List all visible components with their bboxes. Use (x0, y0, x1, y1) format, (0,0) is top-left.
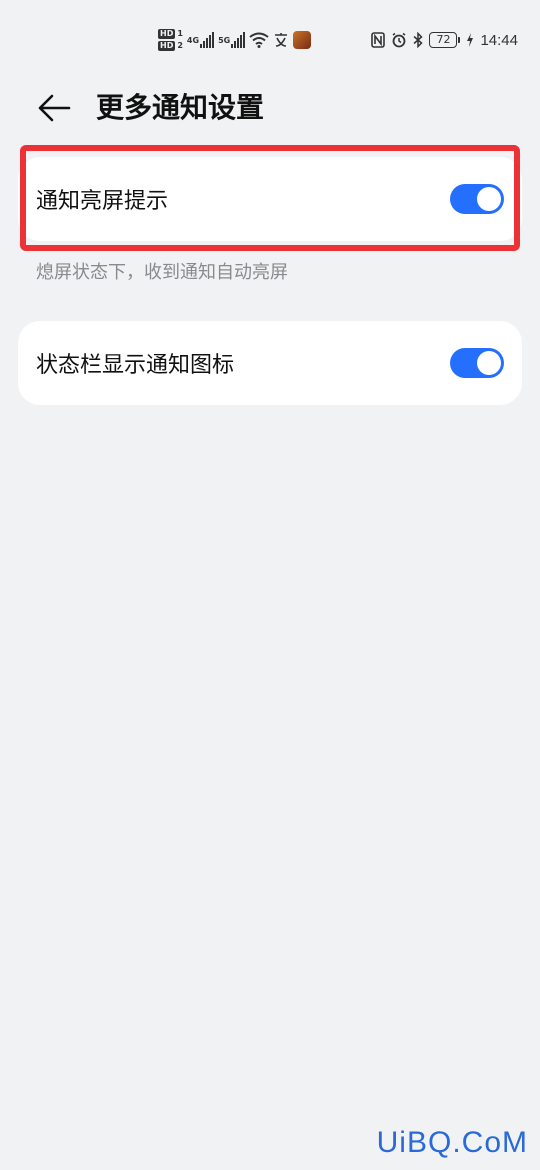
wake-screen-description: 熄屏状态下，收到通知自动亮屏 (36, 262, 288, 283)
input-method-icon (273, 32, 289, 48)
back-button[interactable] (34, 90, 74, 126)
alarm-icon (391, 32, 407, 48)
wake-screen-label: 通知亮屏提示 (36, 189, 169, 214)
sim-number: 2 (177, 41, 183, 50)
toggle-knob (477, 187, 501, 211)
sim-number: 1 (177, 29, 183, 38)
hd-sim-indicators: HD 1 HD 2 (158, 29, 183, 51)
battery-icon: 72 (429, 32, 461, 48)
wake-screen-toggle[interactable] (450, 184, 504, 214)
battery-level: 72 (429, 32, 458, 48)
status-bar-icons-card: 状态栏显示通知图标 (18, 321, 522, 405)
status-time: 14:44 (480, 31, 518, 49)
arrow-left-icon (38, 94, 71, 122)
wake-screen-card: 通知亮屏提示 (18, 157, 522, 241)
hd-sim2-icon: HD 2 (158, 41, 183, 51)
status-bar-right: 72 14:44 (371, 28, 518, 52)
network-type-label: 5G (218, 36, 231, 45)
hd-label: HD (158, 41, 176, 51)
nfc-icon (371, 32, 386, 48)
wake-screen-setting-row[interactable]: 通知亮屏提示 (18, 157, 522, 241)
charging-icon (466, 33, 474, 47)
bluetooth-icon (413, 32, 424, 48)
hd-sim1-icon: HD 1 (158, 29, 183, 39)
signal-bars (200, 32, 215, 48)
hd-label: HD (158, 29, 176, 39)
signal-4g-icon: 4G (186, 32, 215, 48)
status-bar: HD 1 HD 2 4G 5G 72 14:44 (0, 0, 540, 80)
toggle-knob (477, 351, 501, 375)
app-header: 更多通知设置 (0, 80, 540, 136)
status-bar-icons-label: 状态栏显示通知图标 (36, 353, 235, 378)
network-type-label: 4G (186, 36, 200, 45)
watermark: UiBQ.CoM (376, 1126, 528, 1159)
wifi-icon (249, 32, 269, 48)
status-bar-icons-toggle[interactable] (450, 348, 504, 378)
signal-bars (231, 32, 246, 48)
status-bar-icons-setting-row[interactable]: 状态栏显示通知图标 (18, 321, 522, 405)
page-title: 更多通知设置 (96, 91, 265, 124)
status-bar-left: HD 1 HD 2 4G 5G (158, 24, 312, 56)
app-notification-icon (293, 31, 312, 49)
signal-5g-icon: 5G (218, 32, 246, 48)
